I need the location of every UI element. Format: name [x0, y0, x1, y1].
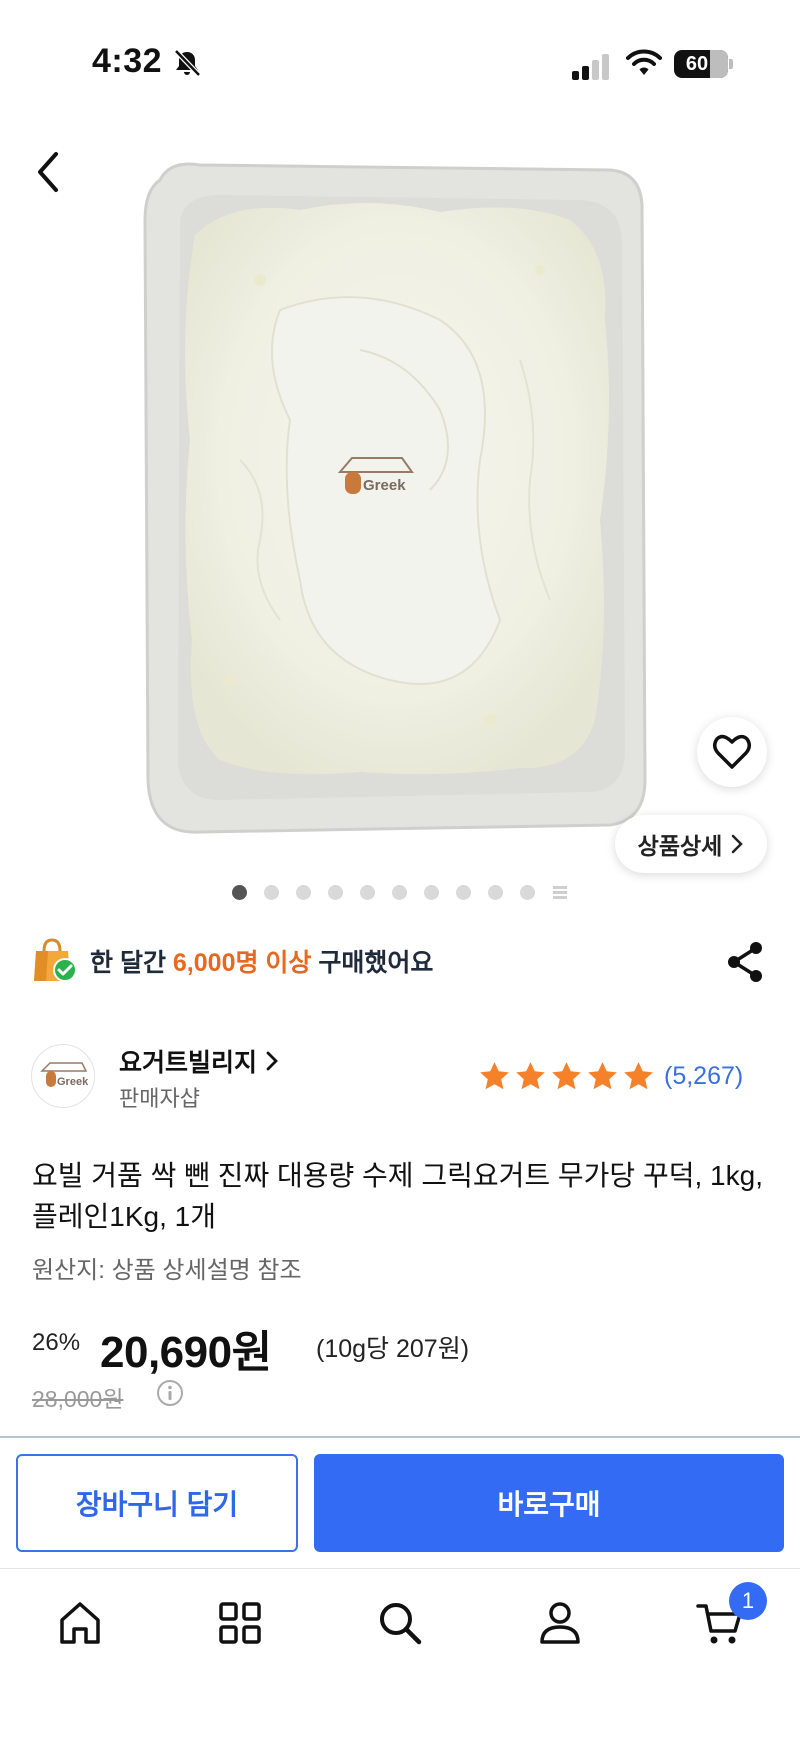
wishlist-button[interactable] [697, 717, 767, 787]
seller-name: 요거트빌리지 [119, 1049, 258, 1077]
pagination-dot[interactable] [360, 884, 375, 900]
pagination-dot[interactable] [392, 884, 407, 900]
product-detail-button[interactable]: 상품상세 [615, 815, 767, 873]
star-icon [516, 1061, 545, 1089]
cart-badge: 1 [729, 1582, 767, 1620]
product-origin: 원산지: 상품 상세설명 참조 [32, 1257, 302, 1284]
seller-logo-text: Greek [57, 1076, 88, 1088]
chevron-right-icon [732, 834, 744, 854]
product-image[interactable]: Greek [140, 160, 650, 850]
my-page-person-icon[interactable] [535, 1598, 585, 1648]
rating[interactable]: (5,267) [478, 1058, 743, 1094]
star-icon [552, 1061, 581, 1089]
shopping-bag-check-icon [34, 938, 77, 982]
pagination-dot[interactable] [328, 884, 343, 900]
star-icon [588, 1061, 617, 1089]
purchase-notice-suffix: 구매했어요 [311, 949, 434, 977]
pagination-dot[interactable] [424, 884, 439, 900]
cellular-signal-icon [572, 54, 609, 80]
star-icon [480, 1061, 509, 1089]
add-to-cart-button[interactable]: 장바구니 담기 [16, 1454, 298, 1552]
image-pagination [232, 882, 568, 902]
chevron-right-icon [266, 1051, 278, 1071]
pagination-dot[interactable] [520, 884, 535, 900]
pagination-dot[interactable] [296, 884, 311, 900]
heart-icon [713, 734, 751, 769]
pagination-dot-active[interactable] [232, 884, 247, 900]
original-price: 28,000원 [32, 1386, 124, 1412]
sale-price: 20,690원 [100, 1328, 272, 1377]
tab-bar-divider [0, 1568, 800, 1569]
pagination-more-icon[interactable] [552, 884, 568, 900]
purchase-notice-prefix: 한 달간 [90, 949, 173, 977]
wifi-icon [626, 49, 662, 75]
unit-price: (10g당 207원) [316, 1335, 470, 1363]
seller-name-link[interactable]: 요거트빌리지 [119, 1043, 279, 1079]
search-icon[interactable] [375, 1598, 425, 1648]
back-button[interactable] [30, 148, 66, 196]
buy-now-button[interactable]: 바로구매 [314, 1454, 784, 1552]
pagination-dot[interactable] [456, 884, 471, 900]
seller-logo-image: Greek [40, 1062, 88, 1088]
purchase-notice-text: 한 달간 6,000명 이상 구매했어요 [90, 943, 433, 979]
watermark-text: Greek [363, 477, 406, 494]
pagination-dot[interactable] [488, 884, 503, 900]
product-title: 요빌 거품 싹 뺀 진짜 대용량 수제 그릭요거트 무가당 꾸덕, 1kg, 플… [32, 1160, 763, 1232]
pagination-dot[interactable] [264, 884, 279, 900]
bell-muted-icon [174, 49, 201, 77]
seller-type: 판매자샵 [119, 1086, 200, 1111]
status-bar: 4:32 60 [0, 0, 800, 130]
home-icon[interactable] [55, 1598, 105, 1648]
discount-rate: 26% [32, 1329, 81, 1356]
product-detail-label: 상품상세 [637, 833, 723, 859]
star-icon [624, 1061, 653, 1089]
info-icon[interactable] [156, 1379, 184, 1407]
battery-level: 60 [685, 53, 709, 75]
status-time: 4:32 [92, 42, 163, 80]
purchase-notice: 한 달간 6,000명 이상 구매했어요 [32, 935, 772, 987]
seller-logo[interactable]: Greek [31, 1044, 95, 1108]
battery-nub [729, 59, 733, 69]
review-count: (5,267) [664, 1061, 744, 1090]
category-grid-icon[interactable] [215, 1598, 265, 1648]
action-divider [0, 1436, 800, 1438]
share-icon[interactable] [724, 940, 766, 984]
battery-indicator: 60 [674, 50, 728, 78]
purchase-notice-highlight: 6,000명 이상 [172, 949, 312, 977]
